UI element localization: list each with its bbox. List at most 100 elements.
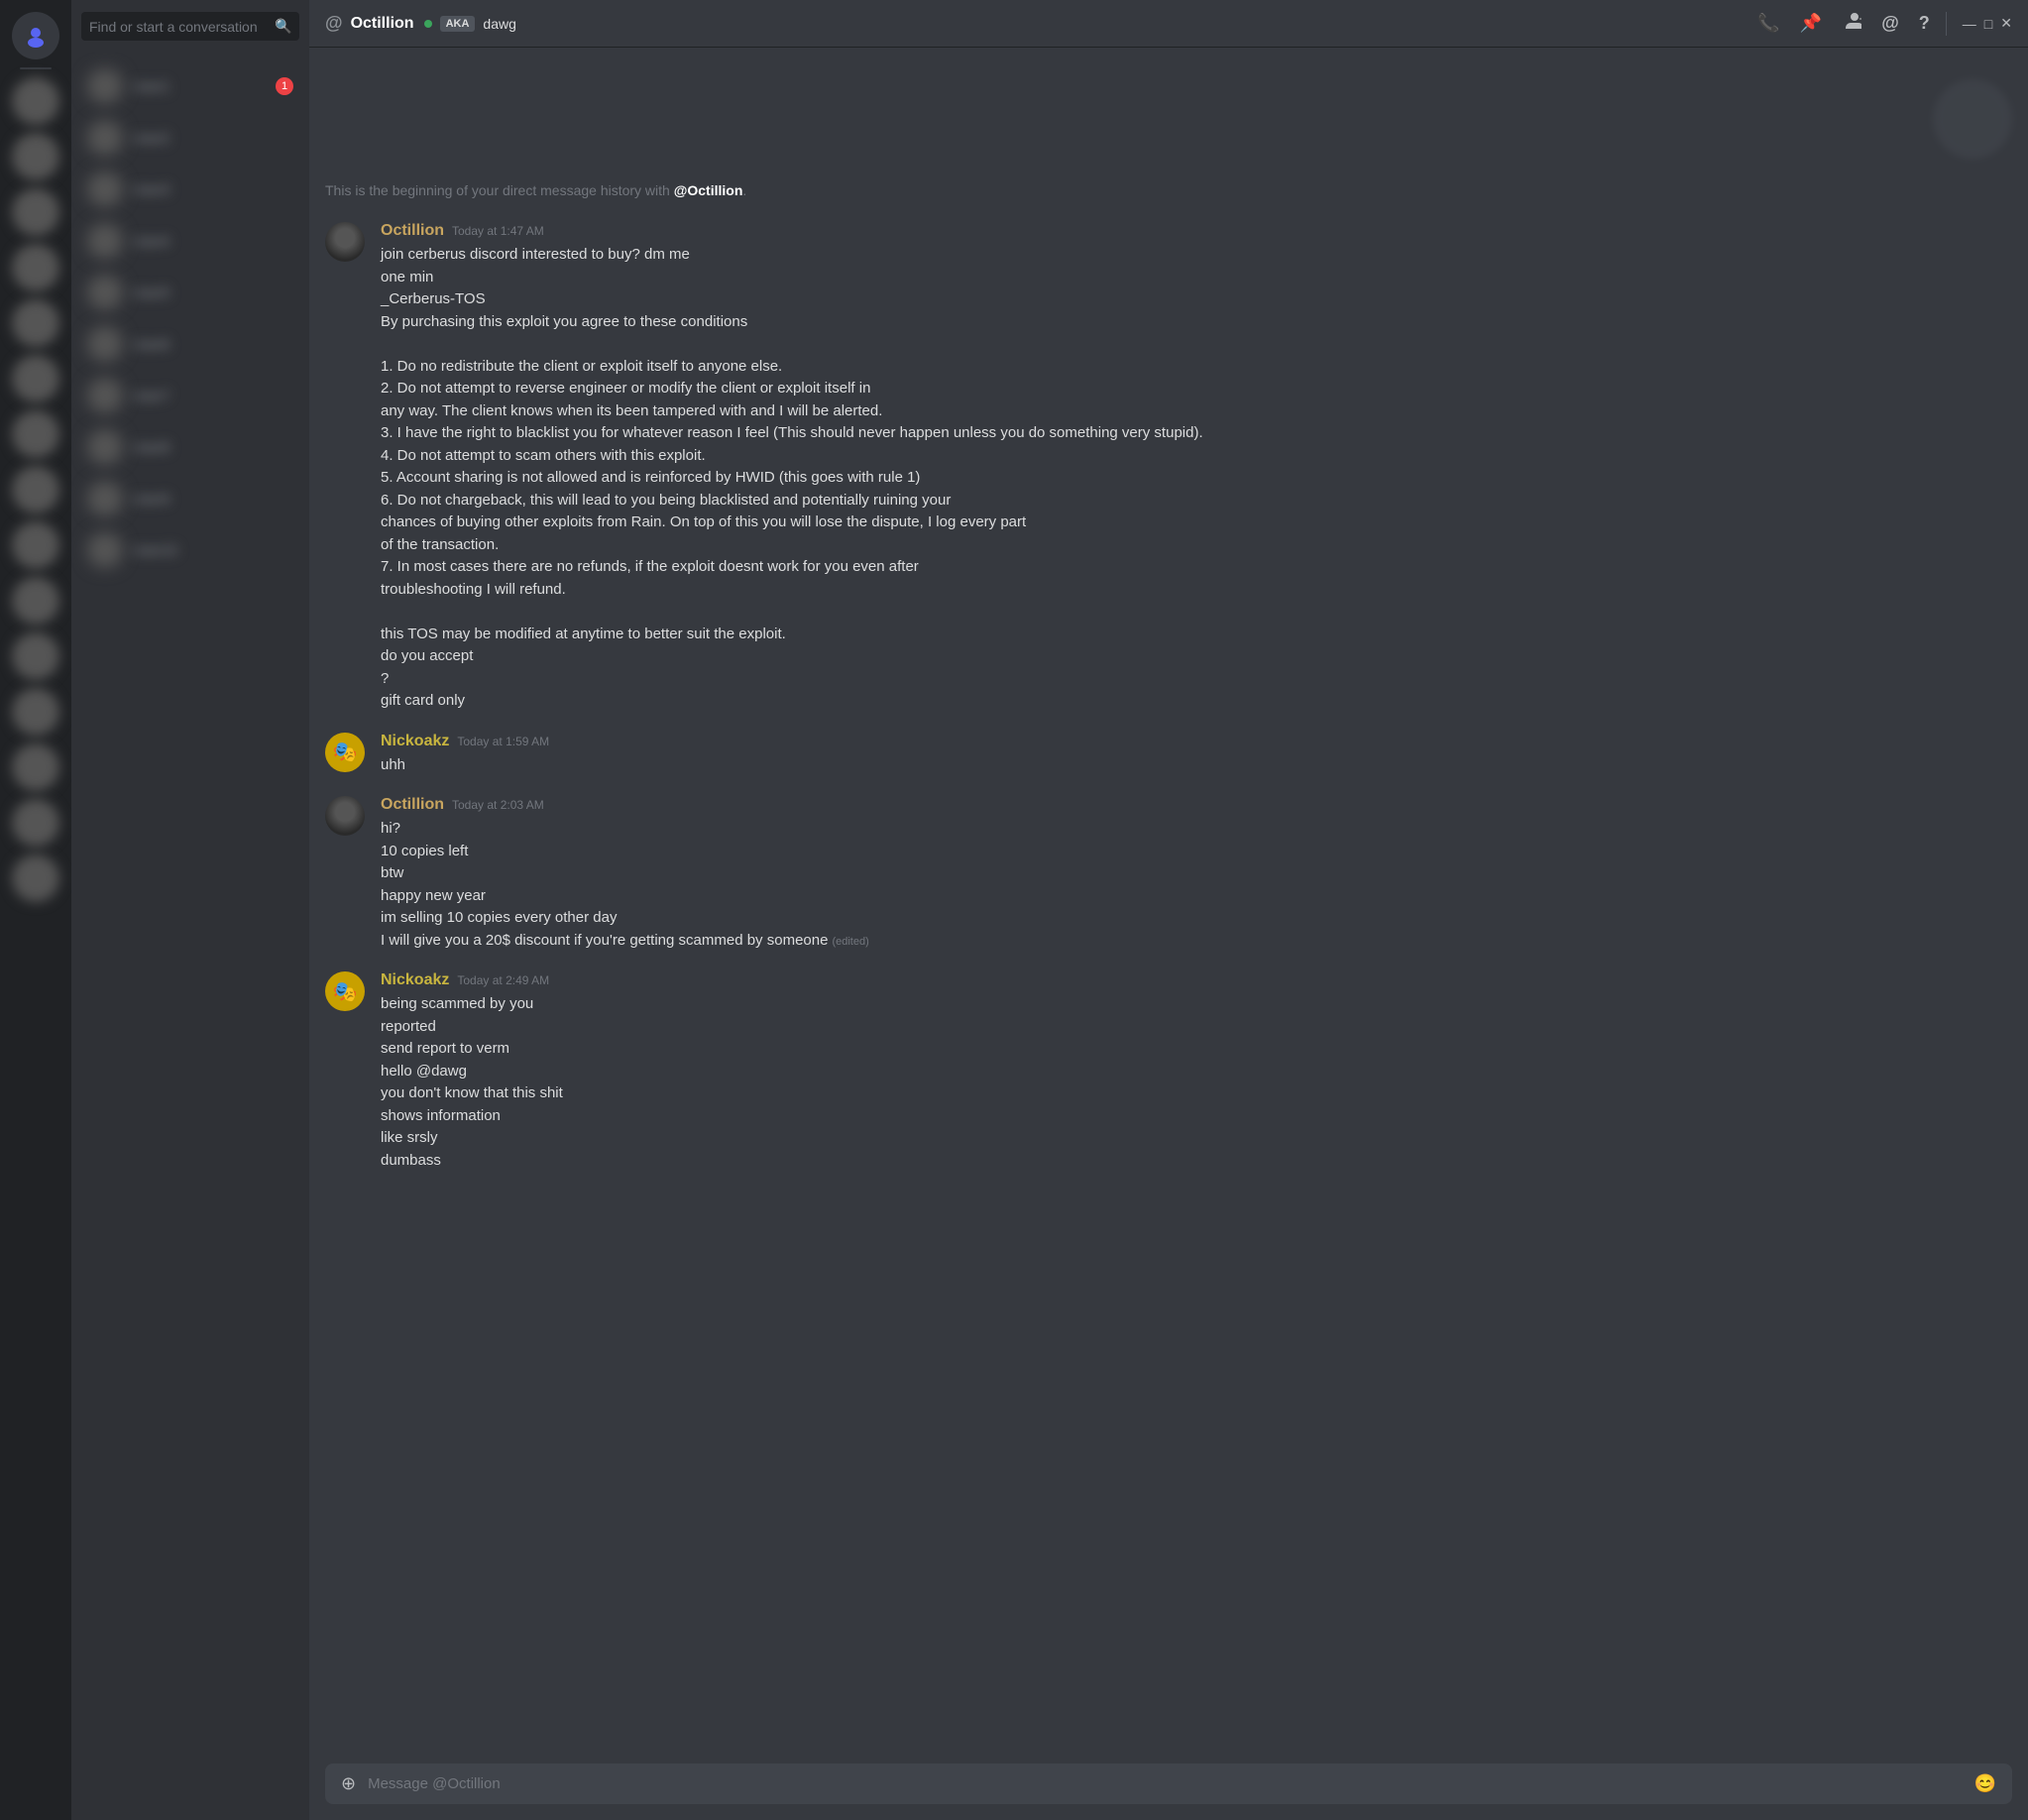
avatar [87, 171, 123, 207]
dm-name: User5 [133, 284, 169, 300]
server-icon[interactable] [12, 799, 59, 847]
top-bar-icons: 📞 📌 @ ? [1757, 11, 1929, 36]
search-wrapper[interactable]: 🔍 [81, 12, 299, 41]
list-item[interactable]: User9 [79, 473, 301, 524]
server-icon[interactable] [12, 133, 59, 180]
list-item[interactable]: User5 [79, 267, 301, 318]
timestamp: Today at 2:49 AM [457, 973, 549, 987]
server-icon[interactable] [12, 244, 59, 291]
avatar [87, 429, 123, 465]
server-divider [20, 67, 52, 69]
list-item[interactable]: User3 [79, 164, 301, 215]
avatar: 🎭 [325, 971, 365, 1011]
server-icon[interactable] [12, 521, 59, 569]
avatar [87, 275, 123, 310]
add-friend-icon[interactable] [1842, 11, 1861, 36]
server-icon[interactable] [12, 188, 59, 236]
channel-username: Octillion [351, 15, 414, 33]
message-content: Nickoakz Today at 2:49 AM being scammed … [381, 971, 2012, 1172]
server-icon[interactable] [12, 355, 59, 402]
server-icon[interactable] [12, 77, 59, 125]
server-icon[interactable] [12, 410, 59, 458]
add-attachment-icon[interactable]: ⊕ [341, 1773, 356, 1794]
maximize-button[interactable]: □ [1984, 16, 1992, 32]
dm-name: User9 [133, 491, 169, 507]
avatar [87, 120, 123, 156]
list-item[interactable]: User6 [79, 318, 301, 370]
messages-area: This is the beginning of your direct mes… [309, 48, 2028, 1748]
server-sidebar [0, 0, 71, 1820]
phone-icon[interactable]: 📞 [1757, 13, 1779, 34]
message-header: Octillion Today at 1:47 AM [381, 222, 2012, 240]
message-content: Octillion Today at 1:47 AM join cerberus… [381, 222, 2012, 713]
avatar [87, 326, 123, 362]
search-icon: 🔍 [275, 18, 291, 35]
message-header: Nickoakz Today at 2:49 AM [381, 971, 2012, 989]
edited-tag: (edited) [832, 936, 868, 948]
sender-name: Nickoakz [381, 733, 449, 750]
server-icon[interactable] [12, 743, 59, 791]
at-symbol: @ [325, 13, 343, 34]
avatar [87, 223, 123, 259]
server-icon[interactable] [12, 577, 59, 625]
search-bar-container: 🔍 [71, 0, 309, 53]
dm-icon[interactable] [12, 12, 59, 59]
dm-list: User1 1 User2 User3 User4 User5 User6 Us… [71, 53, 309, 1820]
close-button[interactable]: ✕ [2000, 15, 2012, 32]
sender-name: Nickoakz [381, 971, 449, 989]
dm-name: User2 [133, 130, 169, 146]
message-content: Octillion Today at 2:03 AM hi? 10 copies… [381, 796, 2012, 952]
list-item[interactable]: User2 [79, 112, 301, 164]
top-bar: @ Octillion AKA dawg 📞 📌 @ ? — □ ✕ [309, 0, 2028, 48]
dm-name: User10 [133, 542, 177, 558]
message-text: being scammed by you reported send repor… [381, 993, 2012, 1172]
list-item[interactable]: User8 [79, 421, 301, 473]
dm-name: User7 [133, 388, 169, 403]
message-group: 🎭 Nickoakz Today at 2:49 AM being scamme… [325, 971, 2012, 1172]
list-item[interactable]: User7 [79, 370, 301, 421]
sender-name: Octillion [381, 796, 444, 814]
message-input-wrapper: ⊕ 😊 [325, 1763, 2012, 1804]
list-item[interactable]: User4 [79, 215, 301, 267]
message-text: hi? 10 copies left btw happy new year im… [381, 818, 2012, 952]
message-group: 🎭 Nickoakz Today at 1:59 AM uhh [325, 733, 2012, 777]
server-icon[interactable] [12, 688, 59, 736]
timestamp: Today at 2:03 AM [452, 798, 544, 812]
dm-name: User6 [133, 336, 169, 352]
list-item[interactable]: User10 [79, 524, 301, 576]
dm-sidebar: 🔍 User1 1 User2 User3 User4 User5 User6 [71, 0, 309, 1820]
server-icon[interactable] [12, 466, 59, 513]
message-text: uhh [381, 754, 2012, 777]
sender-name: Octillion [381, 222, 444, 240]
mention-icon[interactable]: @ [1881, 13, 1899, 34]
server-icon[interactable] [12, 632, 59, 680]
server-icon[interactable] [12, 299, 59, 347]
emoji-icon[interactable]: 😊 [1974, 1773, 1996, 1794]
avatar [87, 481, 123, 516]
avatar [87, 532, 123, 568]
profile-picture-area [325, 63, 2012, 167]
avatar [87, 378, 123, 413]
dm-name: User8 [133, 439, 169, 455]
timestamp: Today at 1:59 AM [457, 735, 549, 748]
message-group: Octillion Today at 1:47 AM join cerberus… [325, 222, 2012, 713]
aka-name: dawg [483, 16, 515, 32]
server-icon[interactable] [12, 854, 59, 902]
message-text: join cerberus discord interested to buy?… [381, 244, 2012, 713]
history-start-text: This is the beginning of your direct mes… [325, 167, 2012, 222]
online-indicator [424, 20, 432, 28]
message-input[interactable] [368, 1775, 1962, 1792]
help-icon[interactable]: ? [1919, 13, 1930, 34]
dm-badge: 1 [276, 77, 293, 95]
message-header: Nickoakz Today at 1:59 AM [381, 733, 2012, 750]
message-header: Octillion Today at 2:03 AM [381, 796, 2012, 814]
message-content: Nickoakz Today at 1:59 AM uhh [381, 733, 2012, 777]
list-item[interactable]: User1 1 [79, 60, 301, 112]
avatar: 🎭 [325, 733, 365, 772]
search-input[interactable] [89, 19, 269, 35]
dm-name: User1 [133, 78, 169, 94]
pin-icon[interactable]: 📌 [1800, 13, 1822, 34]
main-content: @ Octillion AKA dawg 📞 📌 @ ? — □ ✕ [309, 0, 2028, 1820]
message-group: Octillion Today at 2:03 AM hi? 10 copies… [325, 796, 2012, 952]
minimize-button[interactable]: — [1963, 16, 1976, 32]
